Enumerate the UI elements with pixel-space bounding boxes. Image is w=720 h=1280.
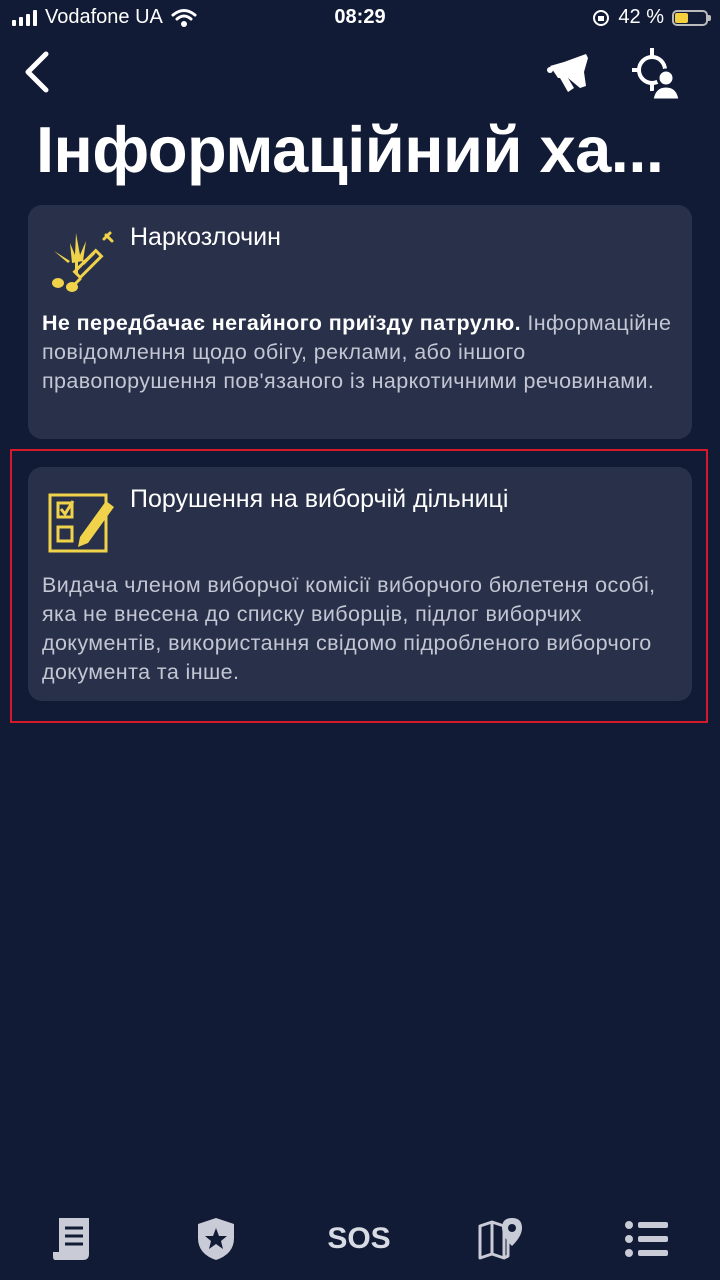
tab-bar: SOS [0,1200,720,1280]
battery-percent: 42 % [618,6,664,28]
orientation-lock-icon [593,9,610,26]
category-card-polling-station-violation[interactable]: Порушення на виборчій дільниці Видача чл… [28,467,692,701]
tab-reports[interactable] [37,1214,107,1264]
status-bar: Vodafone UA 08:29 42 % [0,0,720,38]
map-pin-icon [478,1218,522,1260]
card-description: Видача членом виборчої комісії виборчого… [42,573,656,684]
card-title: Порушення на виборчій дільниці [130,485,509,513]
menu-list-icon [625,1221,668,1257]
tab-police[interactable] [181,1214,251,1264]
battery-icon [672,9,711,26]
megaphone-icon[interactable] [544,48,594,98]
cannabis-syringe-icon [52,231,114,292]
page-title: Інформаційний ха... [36,113,664,186]
card-description: Не передбачає негайного приїзду патрулю.… [42,309,674,396]
card-note: Не передбачає негайного приїзду патрулю. [42,311,521,335]
category-card-drug-crime[interactable]: Наркозлочин Не передбачає негайного приї… [28,205,692,439]
police-badge-icon [198,1218,234,1260]
card-title: Наркозлочин [130,223,281,251]
tab-sos[interactable]: SOS [324,1214,394,1264]
location-person-icon[interactable] [630,44,684,100]
document-list-icon [53,1218,89,1260]
tab-menu[interactable] [612,1214,682,1264]
chevron-left-icon[interactable] [18,48,62,96]
tab-map[interactable] [466,1214,536,1264]
checklist-pen-icon [48,493,114,553]
